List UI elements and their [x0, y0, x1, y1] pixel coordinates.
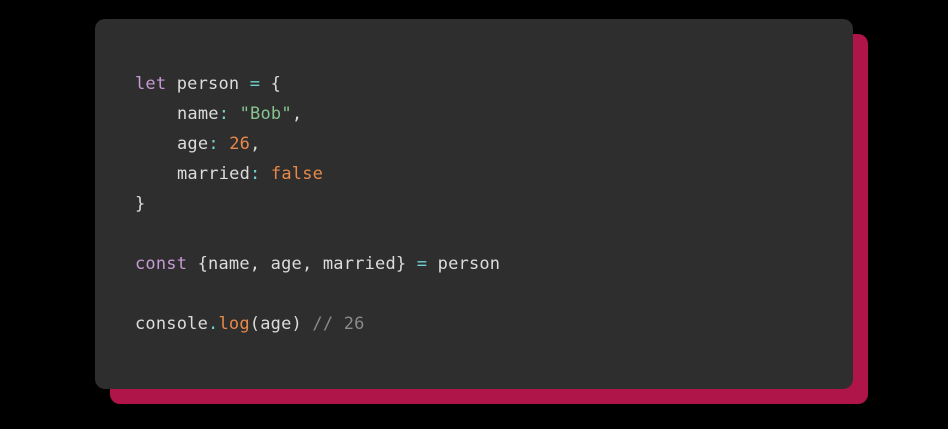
code-token-comment: // 26 [312, 314, 365, 334]
code-token-keyword: let [135, 74, 167, 94]
code-snippet-image: let person = {name: "Bob", age: 26, marrie… [0, 0, 948, 429]
code-token-operator: = [416, 254, 428, 274]
code-block: let person = {name: "Bob", age: 26, marrie… [95, 19, 853, 389]
code-line: name: "Bob", [177, 99, 302, 129]
code-token-number: false [270, 164, 324, 184]
code-line: age: 26, [177, 129, 261, 159]
code-token-operator: : [208, 134, 230, 154]
code-token-plain: person [166, 74, 250, 94]
code-token-plain: , [291, 104, 303, 124]
code-token-number: log [218, 314, 250, 334]
code-line: married: false [177, 159, 323, 189]
code-token-keyword: const [135, 254, 188, 274]
code-line: } [135, 189, 145, 219]
code-token-operator: = [249, 74, 261, 94]
code-token-operator: : [218, 104, 240, 124]
code-token-operator: : [250, 164, 271, 184]
code-token-plain: {name, age, married} [187, 254, 417, 274]
code-line: const {name, age, married} = person [135, 249, 500, 279]
code-line: console.log(age) // 26 [135, 309, 365, 339]
code-token-plain: age [177, 134, 209, 154]
code-token-string: "Bob" [239, 104, 292, 124]
code-token-plain: (age) [249, 314, 313, 334]
code-token-plain: , [250, 134, 261, 154]
code-token-plain: married [177, 164, 251, 184]
code-token-number: 26 [229, 134, 251, 154]
code-token-operator: . [208, 314, 219, 334]
code-line: let person = { [135, 69, 281, 99]
code-token-plain: name [177, 104, 219, 124]
code-token-plain: } [135, 194, 146, 214]
code-token-plain: { [260, 74, 282, 94]
code-token-plain: person [427, 254, 501, 274]
code-token-plain: console [135, 314, 209, 334]
